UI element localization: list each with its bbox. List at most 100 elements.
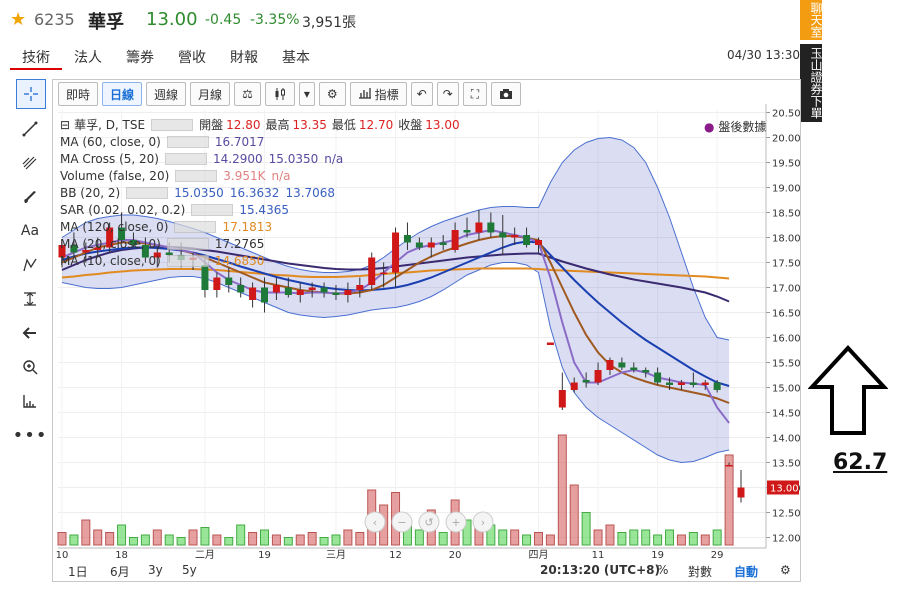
legend-indicator-row: MA (20, close, 0) 17.2765: [60, 235, 465, 252]
chart-nav-glyph: ›: [481, 516, 485, 529]
range-6m-button[interactable]: 6月: [110, 563, 130, 580]
ohlc-low-label: 最低: [331, 118, 356, 132]
indicator-controls[interactable]: [166, 135, 209, 148]
volume-bar: [224, 537, 234, 546]
y-tick-label: 15.50: [772, 359, 801, 370]
indicator-name: Volume (false, 20): [60, 168, 170, 183]
indicator-value: 13.7068: [285, 185, 336, 200]
indicator-value: 17.2765: [214, 236, 265, 251]
indicator-value: 15.4365: [239, 202, 289, 217]
volume-bar: [307, 532, 317, 546]
indicator-controls[interactable]: [166, 254, 209, 267]
candle-body: [582, 380, 590, 383]
candle-body: [475, 222, 483, 233]
indicator-controls[interactable]: [166, 237, 209, 250]
y-tick-label: 16.50: [772, 309, 801, 320]
volume-bar: [510, 529, 520, 546]
candle-body: [689, 382, 697, 385]
volume-bar: [498, 529, 508, 546]
percent-scale-button[interactable]: %: [657, 563, 668, 577]
candle-body: [558, 390, 566, 408]
x-tick-label: 29: [711, 550, 724, 561]
chart-nav-glyph: ↺: [424, 516, 433, 529]
indicator-value: 15.0350: [174, 185, 224, 200]
candle-body: [713, 382, 721, 390]
volume-bar: [295, 534, 305, 546]
last-price-label: 13.00: [770, 484, 799, 495]
ohlc-close-value: 13.00: [425, 117, 460, 132]
candle-body: [356, 285, 364, 290]
x-tick-label: 19: [258, 550, 271, 561]
indicator-controls[interactable]: [175, 169, 218, 182]
auto-scale-button[interactable]: 自動: [734, 563, 758, 580]
candle-body: [237, 285, 245, 293]
candle-body: [511, 235, 519, 238]
volume-bar: [593, 529, 603, 546]
log-scale-button[interactable]: 對數: [688, 563, 712, 580]
chart-nav-glyph: +: [451, 516, 460, 529]
volume-bar: [545, 534, 555, 546]
volume-bar: [355, 532, 365, 546]
indicator-controls[interactable]: [191, 203, 234, 216]
legend-symbol-title: 華孚, D, TSE: [74, 118, 146, 132]
y-tick-label: 13.50: [772, 459, 801, 470]
y-tick-label: 17.00: [772, 284, 801, 295]
candle-body: [654, 372, 662, 383]
volume-bar: [105, 532, 115, 546]
indicator-controls[interactable]: [164, 152, 207, 165]
volume-bar: [331, 534, 341, 546]
legend-title-row: ⊟ 華孚, D, TSE 開盤 12.80 最高 13.35 最低 12.70 …: [60, 116, 465, 133]
y-tick-label: 20.00: [772, 134, 801, 145]
candle-body: [737, 487, 745, 498]
candle-body: [666, 382, 674, 385]
indicator-value: n/a: [271, 168, 291, 183]
indicator-name: MA (20, close, 0): [60, 236, 161, 251]
candle-body: [701, 382, 709, 385]
indicator-value: 15.0350: [268, 151, 319, 166]
indicator-value: 16.3632: [229, 185, 280, 200]
y-tick-label: 18.50: [772, 209, 801, 220]
candle-body: [499, 232, 507, 238]
volume-bar: [700, 534, 710, 546]
range-3y-button[interactable]: 3y: [148, 563, 163, 577]
legend-indicator-row: BB (20, 2) 15.0350 16.3632 13.7068: [60, 184, 465, 201]
x-tick-label: 10: [56, 550, 69, 561]
candle-body: [261, 287, 269, 303]
collapse-icon[interactable]: ⊟: [60, 118, 70, 132]
volume-bar: [533, 532, 543, 546]
candle-body: [380, 272, 388, 274]
candle-body: [344, 290, 352, 295]
candle-body: [487, 222, 495, 233]
volume-bar: [271, 534, 281, 546]
y-tick-label: 14.00: [772, 434, 801, 445]
x-tick-label: 四月: [528, 549, 548, 561]
candle-body: [618, 362, 626, 368]
legend-indicator-row: MA (60, close, 0) 16.7017: [60, 133, 465, 150]
candle-body: [642, 370, 650, 373]
volume-bar: [665, 529, 675, 546]
range-1d-button[interactable]: 1日: [68, 563, 88, 580]
candle-body: [272, 285, 280, 293]
legend-controls[interactable]: [151, 118, 194, 131]
indicator-controls[interactable]: [126, 186, 169, 199]
candle-body: [225, 277, 233, 285]
scale-settings-gear-icon[interactable]: ⚙: [780, 563, 791, 577]
indicator-controls[interactable]: [174, 220, 217, 233]
volume-bar: [688, 532, 698, 546]
candle-body: [606, 360, 614, 370]
indicator-name: MA (10, close, 0): [60, 253, 161, 268]
candle-body: [523, 235, 531, 245]
indicator-legend: ⊟ 華孚, D, TSE 開盤 12.80 最高 13.35 最低 12.70 …: [60, 116, 465, 269]
range-5y-button[interactable]: 5y: [182, 563, 197, 577]
volume-bar: [283, 537, 293, 546]
candle-body: [284, 287, 292, 295]
volume-bar: [414, 529, 424, 546]
legend-indicator-row: Volume (false, 20) 3.951K n/a: [60, 167, 465, 184]
candle-body: [725, 465, 733, 467]
volume-bar: [319, 537, 329, 546]
candle-body: [308, 287, 316, 290]
candle-body: [546, 342, 554, 345]
candle-body: [534, 240, 542, 245]
candlestick-chart[interactable]: 20.50 20.00 19.50 19.00 18.50 18.00 17.50 17.00…: [0, 0, 900, 600]
x-tick-label: 二月: [195, 549, 215, 561]
